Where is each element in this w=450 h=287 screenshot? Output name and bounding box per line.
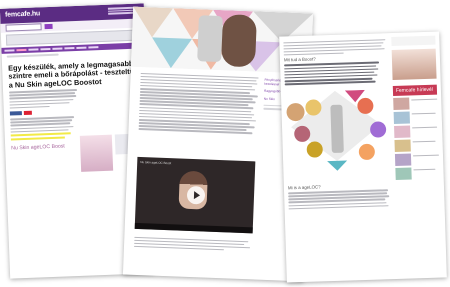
- sidebar-ad[interactable]: [391, 35, 436, 47]
- article-column: Mit tud a Boost? Mi is a ageLOC?: [283, 37, 392, 211]
- article-body: [3, 86, 148, 109]
- list-item[interactable]: [393, 97, 438, 111]
- site-logo[interactable]: femcafe.hu: [5, 10, 40, 18]
- list-item[interactable]: [393, 111, 438, 125]
- list-item[interactable]: [394, 153, 439, 166]
- newsletter-header: Femcafe hírlevél: [392, 84, 438, 97]
- article-body-end: [133, 235, 252, 253]
- search-button[interactable]: [44, 23, 53, 30]
- list-item[interactable]: [394, 139, 438, 152]
- list-item[interactable]: [394, 125, 438, 139]
- video-controls[interactable]: [134, 222, 253, 234]
- article-title: Egy készülék, amely a legmagasabb szintr…: [7, 58, 139, 90]
- search-input[interactable]: [5, 23, 42, 32]
- sidebar-image[interactable]: [391, 48, 437, 81]
- googleplus-share-button: [23, 110, 32, 116]
- sidebar-image[interactable]: [79, 134, 114, 172]
- product-collage-image: [284, 89, 392, 173]
- page-content: Mit tud a Boost? Mi is a ageLOC? Femcafe…: [279, 32, 445, 216]
- video-player[interactable]: Nu Skin ageLOC Boost: [134, 156, 256, 234]
- video-title: Nu Skin ageLOC Boost: [140, 160, 172, 166]
- article-page-right: Mit tud a Boost? Mi is a ageLOC? Femcafe…: [279, 31, 447, 283]
- facebook-share-button: [9, 111, 22, 116]
- list-item[interactable]: [395, 167, 439, 180]
- sidebar: Femcafe hírlevél: [391, 35, 440, 208]
